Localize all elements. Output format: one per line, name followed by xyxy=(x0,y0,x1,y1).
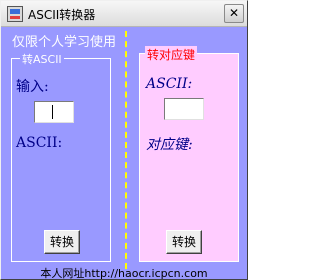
text-caret xyxy=(52,105,53,119)
to-key-legend: 转对应键 xyxy=(145,46,198,63)
to-key-group: 转对应键 ASCII: 对应键: 转换 xyxy=(139,46,239,262)
char-input[interactable] xyxy=(34,101,74,123)
key-result-label: 对应键: xyxy=(146,137,193,153)
input-label: 输入: xyxy=(16,79,49,95)
ascii-result-label: ASCII: xyxy=(16,135,63,151)
usage-caption: 仅限个人学习使用 xyxy=(12,35,117,50)
to-ascii-legend: 转ASCII xyxy=(20,51,64,67)
convert-to-key-button[interactable]: 转换 xyxy=(166,230,202,254)
to-ascii-group: 转ASCII 输入: ASCII: 转换 xyxy=(11,51,111,262)
client-area: 仅限个人学习使用 转ASCII 输入: ASCII: 转换 转对应键 ASCII… xyxy=(1,27,247,280)
window-title: ASCII转换器 xyxy=(28,8,96,22)
panel-divider xyxy=(125,31,127,269)
app-icon xyxy=(7,6,23,22)
close-button[interactable]: ✕ xyxy=(224,4,244,23)
title-bar[interactable]: ASCII转换器 ✕ xyxy=(1,1,247,27)
ascii-input-label: ASCII: xyxy=(146,76,193,92)
convert-to-ascii-button[interactable]: 转换 xyxy=(44,230,80,254)
app-window: ASCII转换器 ✕ 仅限个人学习使用 转ASCII 输入: ASCII: 转换… xyxy=(0,0,248,280)
ascii-input[interactable] xyxy=(164,98,204,120)
website-footer: 本人网址http://haocr.icpcn.com xyxy=(40,267,208,280)
